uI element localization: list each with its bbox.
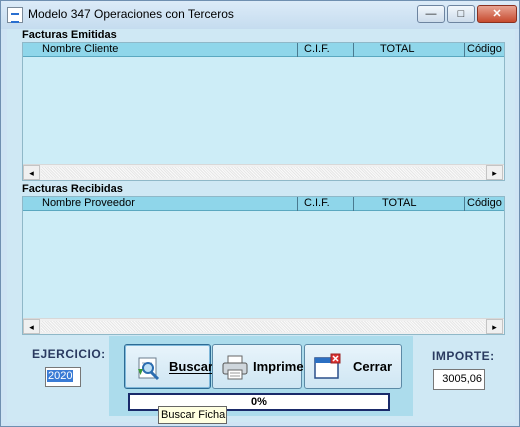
emitidas-section-label: Facturas Emitidas	[22, 29, 117, 41]
column-header-codigo[interactable]: Código	[465, 43, 504, 57]
cerrar-button[interactable]: Cerrar	[304, 344, 402, 389]
emitidas-grid-header: Nombre Cliente C.I.F. TOTAL Código	[23, 43, 504, 57]
scroll-track[interactable]	[41, 321, 485, 332]
emitidas-grid[interactable]: Nombre Cliente C.I.F. TOTAL Código ◂ ▸	[22, 42, 505, 181]
printer-icon	[221, 353, 249, 381]
recibidas-section-label: Facturas Recibidas	[22, 183, 123, 195]
close-button[interactable]: ✕	[477, 5, 517, 23]
minimize-button[interactable]: —	[417, 5, 445, 23]
column-header-nombre-cliente[interactable]: Nombre Cliente	[23, 43, 298, 57]
app-window-icon	[7, 7, 23, 23]
imprime-button[interactable]: Imprime	[212, 344, 304, 389]
ejercicio-value: 2020	[47, 370, 74, 382]
window-title: Modelo 347 Operaciones con Terceros	[28, 7, 234, 21]
column-header-codigo[interactable]: Código	[465, 197, 504, 211]
importe-field[interactable]: 3005,06	[433, 369, 485, 390]
recibidas-grid[interactable]: Nombre Proveedor C.I.F. TOTAL Código ◂ ▸	[22, 196, 505, 335]
scroll-left-icon[interactable]: ◂	[23, 319, 40, 334]
app-window: Modelo 347 Operaciones con Terceros — □ …	[0, 0, 520, 427]
buscar-tooltip: Buscar Ficha	[158, 406, 227, 424]
column-header-total[interactable]: TOTAL	[354, 43, 465, 57]
close-window-icon	[313, 353, 341, 381]
scroll-right-icon[interactable]: ▸	[486, 319, 503, 334]
importe-label: IMPORTE:	[432, 349, 495, 363]
column-header-cif[interactable]: C.I.F.	[298, 43, 354, 57]
scroll-left-icon[interactable]: ◂	[23, 165, 40, 180]
maximize-button[interactable]: □	[447, 5, 475, 23]
emitidas-horizontal-scrollbar[interactable]: ◂ ▸	[23, 164, 504, 180]
ejercicio-field[interactable]: 2020	[45, 367, 81, 387]
ejercicio-label: EJERCICIO:	[32, 347, 106, 361]
recibidas-grid-header: Nombre Proveedor C.I.F. TOTAL Código	[23, 197, 504, 211]
title-bar[interactable]: Modelo 347 Operaciones con Terceros — □ …	[1, 1, 519, 29]
column-header-cif[interactable]: C.I.F.	[298, 197, 354, 211]
scroll-track[interactable]	[41, 167, 485, 178]
column-header-nombre-proveedor[interactable]: Nombre Proveedor	[23, 197, 298, 211]
recibidas-horizontal-scrollbar[interactable]: ◂ ▸	[23, 318, 504, 334]
scroll-right-icon[interactable]: ▸	[486, 165, 503, 180]
cerrar-label: Cerrar	[353, 359, 393, 374]
column-header-total[interactable]: TOTAL	[354, 197, 465, 211]
imprime-label: Imprime	[253, 359, 304, 374]
search-document-icon	[135, 353, 163, 381]
buscar-button[interactable]: Buscar	[124, 344, 214, 389]
progress-label: 0%	[251, 396, 267, 408]
buscar-label: Buscar	[169, 359, 214, 374]
